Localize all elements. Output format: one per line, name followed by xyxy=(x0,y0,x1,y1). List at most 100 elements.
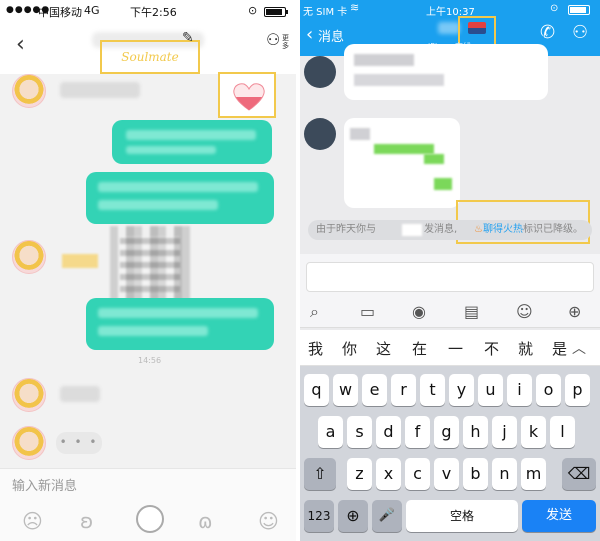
emoji-icon[interactable]: ☺ xyxy=(258,509,279,533)
candidate-word[interactable]: 一 xyxy=(448,338,463,359)
candidate-word[interactable]: 是 xyxy=(552,338,567,359)
carrier-label: 中国移动 xyxy=(38,6,82,19)
candidate-word[interactable]: 在 xyxy=(412,338,427,359)
dictation-mic-icon[interactable]: 🎤 xyxy=(372,500,402,532)
blurred-sticker xyxy=(374,144,434,154)
message-blurred xyxy=(60,386,100,402)
qq-chat-screen: 无 SIM 卡 ≋ 上午10:37 ⊙ ‹ 消息 iPhone在线 ✆ ⚇ 由于… xyxy=(300,0,600,541)
blurred-text xyxy=(98,326,208,336)
battery-icon xyxy=(568,5,590,15)
candidate-word[interactable]: 我 xyxy=(308,338,323,359)
avatar[interactable] xyxy=(12,74,46,108)
sim-status: 无 SIM 卡 xyxy=(303,7,348,18)
key[interactable]: q xyxy=(304,374,329,406)
notice-middle: 发消息, xyxy=(424,224,458,235)
heart-indicator[interactable] xyxy=(218,72,276,118)
key[interactable]: s xyxy=(347,416,372,448)
candidate-bar: 我 你 这 在 一 不 就 是 ︿ xyxy=(300,330,600,366)
chat-header: ‹ Soulmate ✎ ⚇ 更多 xyxy=(0,22,296,74)
send-key[interactable]: 发送 xyxy=(522,500,596,532)
message-bubble-sent[interactable] xyxy=(86,298,274,350)
shift-key[interactable]: ⇧ xyxy=(304,458,336,490)
ear-icon[interactable]: ʚ xyxy=(80,509,93,533)
key[interactable]: a xyxy=(318,416,343,448)
candidate-word[interactable]: 不 xyxy=(484,338,499,359)
mic-icon[interactable]: ⌕ xyxy=(310,302,319,322)
delete-key[interactable]: ⌫ xyxy=(562,458,596,490)
edit-icon[interactable]: ✎ xyxy=(182,30,194,46)
key[interactable]: z xyxy=(347,458,372,490)
message-input[interactable] xyxy=(306,262,594,292)
message-bubble-received[interactable] xyxy=(344,118,460,208)
message-input[interactable]: 输入新消息 xyxy=(12,475,77,494)
key[interactable]: l xyxy=(550,416,575,448)
blurred-sticker xyxy=(434,178,452,190)
key[interactable]: i xyxy=(507,374,532,406)
avatar[interactable] xyxy=(12,426,46,460)
key[interactable]: r xyxy=(391,374,416,406)
blurred-text xyxy=(98,308,258,318)
key[interactable]: o xyxy=(536,374,561,406)
key[interactable]: w xyxy=(333,374,358,406)
key[interactable]: h xyxy=(463,416,488,448)
status-time: 下午2:56 xyxy=(130,6,177,19)
avatar[interactable] xyxy=(304,56,336,88)
key[interactable]: t xyxy=(420,374,445,406)
message-bubble-sent[interactable] xyxy=(112,120,272,164)
key[interactable]: y xyxy=(449,374,474,406)
camera-icon[interactable]: ◉ xyxy=(412,302,426,321)
key[interactable]: p xyxy=(565,374,590,406)
numbers-key[interactable]: 123 xyxy=(304,500,334,532)
message-composer xyxy=(300,254,600,298)
message-bubble-sent[interactable] xyxy=(86,172,274,224)
image-pixelated-overlay xyxy=(120,236,180,292)
orientation-lock-icon: ⊙ xyxy=(248,4,258,17)
key[interactable]: u xyxy=(478,374,503,406)
image-icon[interactable]: ▭ xyxy=(360,302,375,321)
candidate-word[interactable]: 你 xyxy=(342,338,357,359)
key[interactable]: x xyxy=(376,458,401,490)
key[interactable]: c xyxy=(405,458,430,490)
key[interactable]: k xyxy=(521,416,546,448)
battery-icon xyxy=(264,7,288,17)
network-label: 4G xyxy=(84,4,100,17)
key[interactable]: d xyxy=(376,416,401,448)
chevron-up-icon[interactable]: ︿ xyxy=(572,338,586,358)
back-button[interactable]: 消息 xyxy=(318,26,344,45)
key[interactable]: f xyxy=(405,416,430,448)
candidate-word[interactable]: 就 xyxy=(518,338,533,359)
mic-icon[interactable]: ɷ xyxy=(198,509,213,533)
status-bar: 无 SIM 卡 ≋ 上午10:37 ⊙ xyxy=(300,0,600,18)
candidate-word[interactable]: 这 xyxy=(376,338,391,359)
key[interactable]: j xyxy=(492,416,517,448)
more-button[interactable]: ⚇ 更多 xyxy=(266,30,292,50)
key[interactable]: v xyxy=(434,458,459,490)
key[interactable]: g xyxy=(434,416,459,448)
key[interactable]: b xyxy=(463,458,488,490)
avatar[interactable] xyxy=(12,378,46,412)
plus-icon[interactable]: ⊕ xyxy=(568,302,581,321)
notice-suffix: 标识已降级。 xyxy=(522,224,583,235)
hot-chat-link[interactable]: 聊得火热 xyxy=(483,224,523,235)
phone-icon[interactable]: ✆ xyxy=(540,22,555,43)
globe-icon[interactable]: ⊕ xyxy=(338,500,368,532)
wifi-icon: ≋ xyxy=(350,1,360,14)
avatar[interactable] xyxy=(304,118,336,150)
blurred-sticker xyxy=(424,154,444,164)
space-key[interactable]: 空格 xyxy=(406,500,518,532)
avatar[interactable] xyxy=(12,240,46,274)
key[interactable]: e xyxy=(362,374,387,406)
face-icon[interactable]: ☹ xyxy=(22,509,43,533)
key[interactable]: n xyxy=(492,458,517,490)
key[interactable]: m xyxy=(521,458,546,490)
back-button[interactable]: ‹ xyxy=(16,32,25,57)
record-button[interactable] xyxy=(136,505,164,533)
emoji-icon[interactable]: ☺ xyxy=(516,302,533,321)
back-chevron-icon[interactable]: ‹ xyxy=(306,24,313,45)
gift-icon[interactable]: ▤ xyxy=(464,302,479,321)
more-label: 更多 xyxy=(282,34,289,50)
blurred-text xyxy=(354,74,444,86)
message-bubble-received[interactable] xyxy=(344,44,548,100)
profile-icon[interactable]: ⚇ xyxy=(572,22,588,43)
blurred-text xyxy=(98,182,258,192)
